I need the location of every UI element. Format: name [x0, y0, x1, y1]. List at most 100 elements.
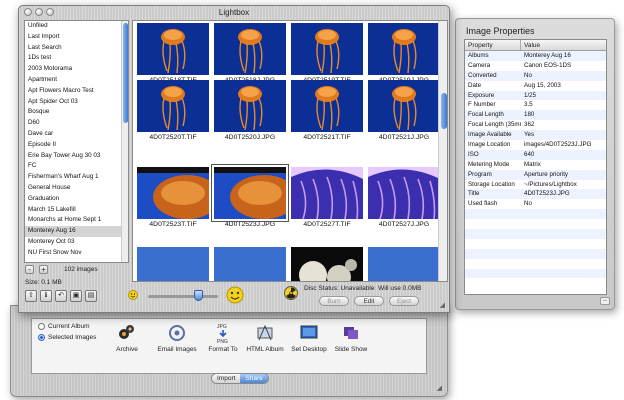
property-row[interactable] [465, 219, 606, 229]
thumbnail-image[interactable] [214, 80, 286, 132]
minimize-window-icon[interactable] [35, 8, 43, 16]
property-row[interactable]: Storage Location ~/Pictures/Lightbox [465, 180, 606, 190]
album-item[interactable]: D60 [25, 118, 128, 129]
thumbnail-image[interactable] [137, 23, 209, 75]
thumbnail-cell[interactable] [212, 247, 288, 281]
zoom-slider[interactable] [148, 295, 218, 298]
thumbnail-image[interactable] [368, 80, 440, 132]
thumbnail-cell[interactable]: 4D0T2527J.JPG [366, 167, 442, 228]
album-item[interactable]: Apartment [25, 75, 128, 86]
album-item[interactable]: Unfiled [25, 21, 128, 32]
upload-tool-button[interactable]: ⇧ [25, 290, 37, 302]
album-item[interactable]: Fisherman's Wharf Aug 1 [25, 172, 128, 183]
album-item[interactable]: March 15 Lakefill [25, 205, 128, 216]
property-row[interactable] [465, 259, 606, 269]
value-column-header[interactable]: Value [521, 40, 540, 50]
thumbnail-image[interactable] [291, 247, 363, 281]
thumbnail-image[interactable] [214, 23, 286, 75]
thumbnail-cell[interactable]: 4D0T2527T.TIF [289, 167, 365, 228]
thumbnail-image[interactable] [214, 247, 286, 281]
property-row[interactable]: Title 4D0T2523J.JPG [465, 189, 606, 200]
property-row[interactable]: Focal Length 180 [465, 110, 606, 121]
property-row[interactable]: Focal Length (35mm) 362 [465, 120, 606, 130]
property-row[interactable]: ISO 640 [465, 149, 606, 160]
property-row[interactable] [465, 278, 606, 288]
current-album-radio[interactable]: Current Album [38, 323, 90, 330]
album-item[interactable]: Episode II [25, 140, 128, 151]
thumbnail-cell[interactable]: 4D0T2518J.JPG [212, 23, 288, 84]
thumbnail-image[interactable] [368, 167, 440, 220]
thumbnail-cell[interactable]: 4D0T2520T.TIF [135, 80, 211, 141]
album-item[interactable]: Dave car [25, 129, 128, 140]
thumbnail-cell[interactable]: 4D0T2521T.TIF [289, 80, 365, 141]
property-row[interactable]: Image Location images/4D0T2523J.JPG [465, 140, 606, 150]
album-item[interactable]: Monarchs at Home Sept 1 [25, 215, 128, 226]
remove-album-button[interactable]: - [25, 265, 34, 274]
rotate-tool-button[interactable]: ↶ [55, 290, 67, 302]
print-tool-button[interactable]: ▤ [85, 290, 97, 302]
property-row[interactable] [465, 248, 606, 259]
thumbnail-image[interactable] [211, 164, 298, 222]
property-row[interactable]: Camera Canon EOS-1DS [465, 61, 606, 71]
properties-table[interactable]: Property Value Albums Monterey Aug 16 Came… [464, 39, 607, 295]
album-item[interactable]: Apt Spider Oct 03 [25, 97, 128, 108]
property-row[interactable]: Image Available Yes [465, 130, 606, 141]
crop-tool-button[interactable]: ▣ [70, 290, 82, 302]
info-tool-button[interactable]: ℹ [40, 290, 52, 302]
archive-button[interactable]: Archive [100, 322, 154, 353]
property-row[interactable]: F Number 3.5 [465, 100, 606, 110]
property-row[interactable] [465, 268, 606, 279]
album-item[interactable]: General House [25, 183, 128, 194]
add-album-button[interactable]: + [39, 265, 48, 274]
property-row[interactable]: Exposure 1/25 [465, 90, 606, 101]
thumbnail-grid[interactable]: 4D0T2518T.TIF4D0T2518J.JPG4D0T2519T.TIF4… [132, 20, 448, 282]
thumbnail-cell[interactable] [289, 247, 365, 281]
thumbnail-image[interactable] [291, 23, 363, 75]
thumbnail-cell[interactable]: 4D0T2519J.JPG [366, 23, 442, 84]
album-item[interactable]: 1Ds test [25, 53, 128, 64]
close-window-icon[interactable] [24, 8, 32, 16]
thumbnail-cell[interactable]: 4D0T2521J.JPG [366, 80, 442, 141]
thumbnail-image[interactable] [368, 23, 440, 75]
import-tab[interactable]: Import [212, 374, 241, 383]
property-row[interactable] [465, 209, 606, 220]
thumbnail-cell[interactable] [366, 247, 442, 281]
album-item[interactable]: Erie Bay Tower Aug 30 03 [25, 151, 128, 162]
grid-scroll-thumb[interactable] [441, 93, 447, 129]
album-item[interactable]: Last Import [25, 32, 128, 43]
album-scrollbar[interactable] [121, 21, 128, 262]
album-item[interactable]: Monterey Oct 03 [25, 237, 128, 248]
album-item[interactable]: NU First Snow Nov [25, 248, 128, 259]
zoom-slider-knob[interactable] [194, 290, 204, 301]
album-item[interactable]: 2003 Motorama [25, 64, 128, 75]
property-row[interactable]: Metering Mode Matrix [465, 160, 606, 170]
eject-button[interactable]: Eject [389, 296, 419, 306]
grid-scrollbar[interactable] [438, 21, 447, 281]
resize-grip-icon[interactable]: ◢ [440, 301, 445, 309]
resize-handle-icon[interactable]: – [600, 297, 610, 305]
burn-button[interactable]: Burn [319, 296, 349, 306]
property-row[interactable] [465, 229, 606, 239]
share-tab[interactable]: Share [240, 374, 268, 383]
thumbnail-cell[interactable]: 4D0T2519T.TIF [289, 23, 365, 84]
thumbnail-cell[interactable]: 4D0T2518T.TIF [135, 23, 211, 84]
thumbnail-image[interactable] [137, 80, 209, 132]
album-item[interactable]: Bosque [25, 107, 128, 118]
album-item[interactable]: Monterey Aug 16 [25, 226, 128, 237]
selected-images-radio[interactable]: Selected Images [38, 334, 96, 341]
property-row[interactable]: Date Aug 15, 2003 [465, 81, 606, 91]
thumbnail-image[interactable] [137, 247, 209, 281]
thumbnail-cell[interactable]: 4D0T2523T.TIF [135, 167, 221, 228]
property-column-header[interactable]: Property [465, 40, 521, 50]
thumbnail-image[interactable] [368, 247, 440, 281]
thumbnail-cell[interactable] [135, 247, 211, 281]
thumbnail-image[interactable] [291, 167, 363, 220]
property-row[interactable]: Albums Monterey Aug 16 [465, 51, 606, 61]
property-row[interactable]: Program Aperture priority [465, 169, 606, 180]
edit-button[interactable]: Edit [354, 296, 384, 306]
album-item[interactable]: Graduation [25, 194, 128, 205]
thumbnail-cell[interactable]: 4D0T2523J.JPG [211, 164, 298, 228]
album-item[interactable]: Apt Flowers Macro Test [25, 86, 128, 97]
property-row[interactable] [465, 239, 606, 249]
thumbnail-image[interactable] [291, 80, 363, 132]
